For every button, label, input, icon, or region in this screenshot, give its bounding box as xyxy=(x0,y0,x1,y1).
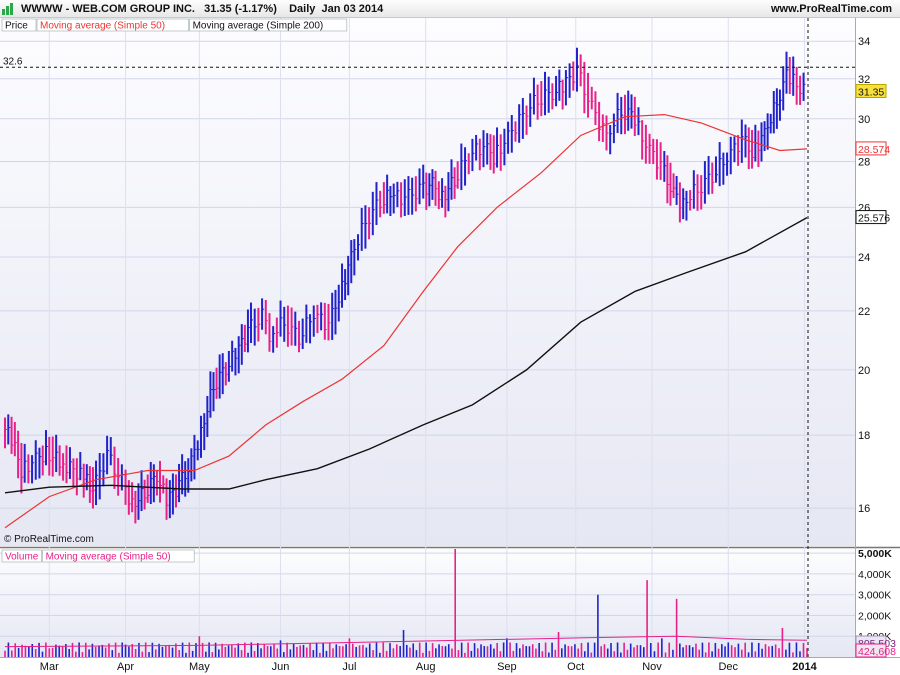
ma200-value-badge-text: 25.576 xyxy=(858,213,890,225)
watermark: © ProRealTime.com xyxy=(4,534,94,545)
volume-tick-label: 5,000K xyxy=(858,548,892,560)
volume-legend-item[interactable]: Volume xyxy=(5,552,39,563)
month-tick-label: Jun xyxy=(272,661,290,673)
month-tick-label: Aug xyxy=(416,661,436,673)
price-tick-label: 34 xyxy=(858,36,870,48)
ma50-value-badge-text: 28.574 xyxy=(858,144,890,156)
last-price-badge-text: 31.35 xyxy=(858,86,884,98)
month-tick-label: Nov xyxy=(642,661,662,673)
volume-last-badge-text: 424,608 xyxy=(858,646,896,658)
ma200-value-badge: 25.576 xyxy=(855,210,890,225)
volume-legend-item[interactable]: Moving average (Simple 50) xyxy=(46,552,171,563)
month-tick-label: Dec xyxy=(718,661,738,673)
volume-tick-label: 3,000K xyxy=(858,590,891,602)
price-legend-item[interactable]: Moving average (Simple 50) xyxy=(40,21,165,32)
stock-chart: 16182022242628303234Mar Apr May Jun Jul Aug Se… xyxy=(0,18,900,673)
month-tick-label: Jul xyxy=(342,661,356,673)
price-tick-label: 32 xyxy=(858,74,870,86)
price-tick-label: 18 xyxy=(858,430,870,442)
volume-last-badge: 424,608 xyxy=(855,643,896,658)
price-tick-label: 24 xyxy=(858,252,870,264)
price-pane xyxy=(0,18,855,546)
price-tick-label: 28 xyxy=(858,156,870,168)
price-legend-item[interactable]: Price xyxy=(5,21,28,32)
month-tick-label: Oct xyxy=(567,661,584,673)
crosshair-value-label: 32.6 xyxy=(3,56,23,67)
price-tick-label: 20 xyxy=(858,365,870,377)
price-legend-item[interactable]: Moving average (Simple 200) xyxy=(193,21,324,32)
price-tick-label: 22 xyxy=(858,306,870,318)
volume-tick-label: 2,000K xyxy=(858,610,891,622)
price-tick-label: 30 xyxy=(858,114,870,126)
last-price-badge: 31.35 xyxy=(855,83,887,98)
price-tick-label: 16 xyxy=(858,503,870,515)
ma50-value-badge: 28.574 xyxy=(855,141,890,156)
month-tick-label: Mar xyxy=(40,661,59,673)
month-tick-label: May xyxy=(189,661,210,673)
month-tick-label: 2014 xyxy=(792,661,817,673)
month-tick-label: Apr xyxy=(117,661,134,673)
volume-tick-label: 4,000K xyxy=(858,569,891,581)
month-tick-label: Sep xyxy=(497,661,517,673)
